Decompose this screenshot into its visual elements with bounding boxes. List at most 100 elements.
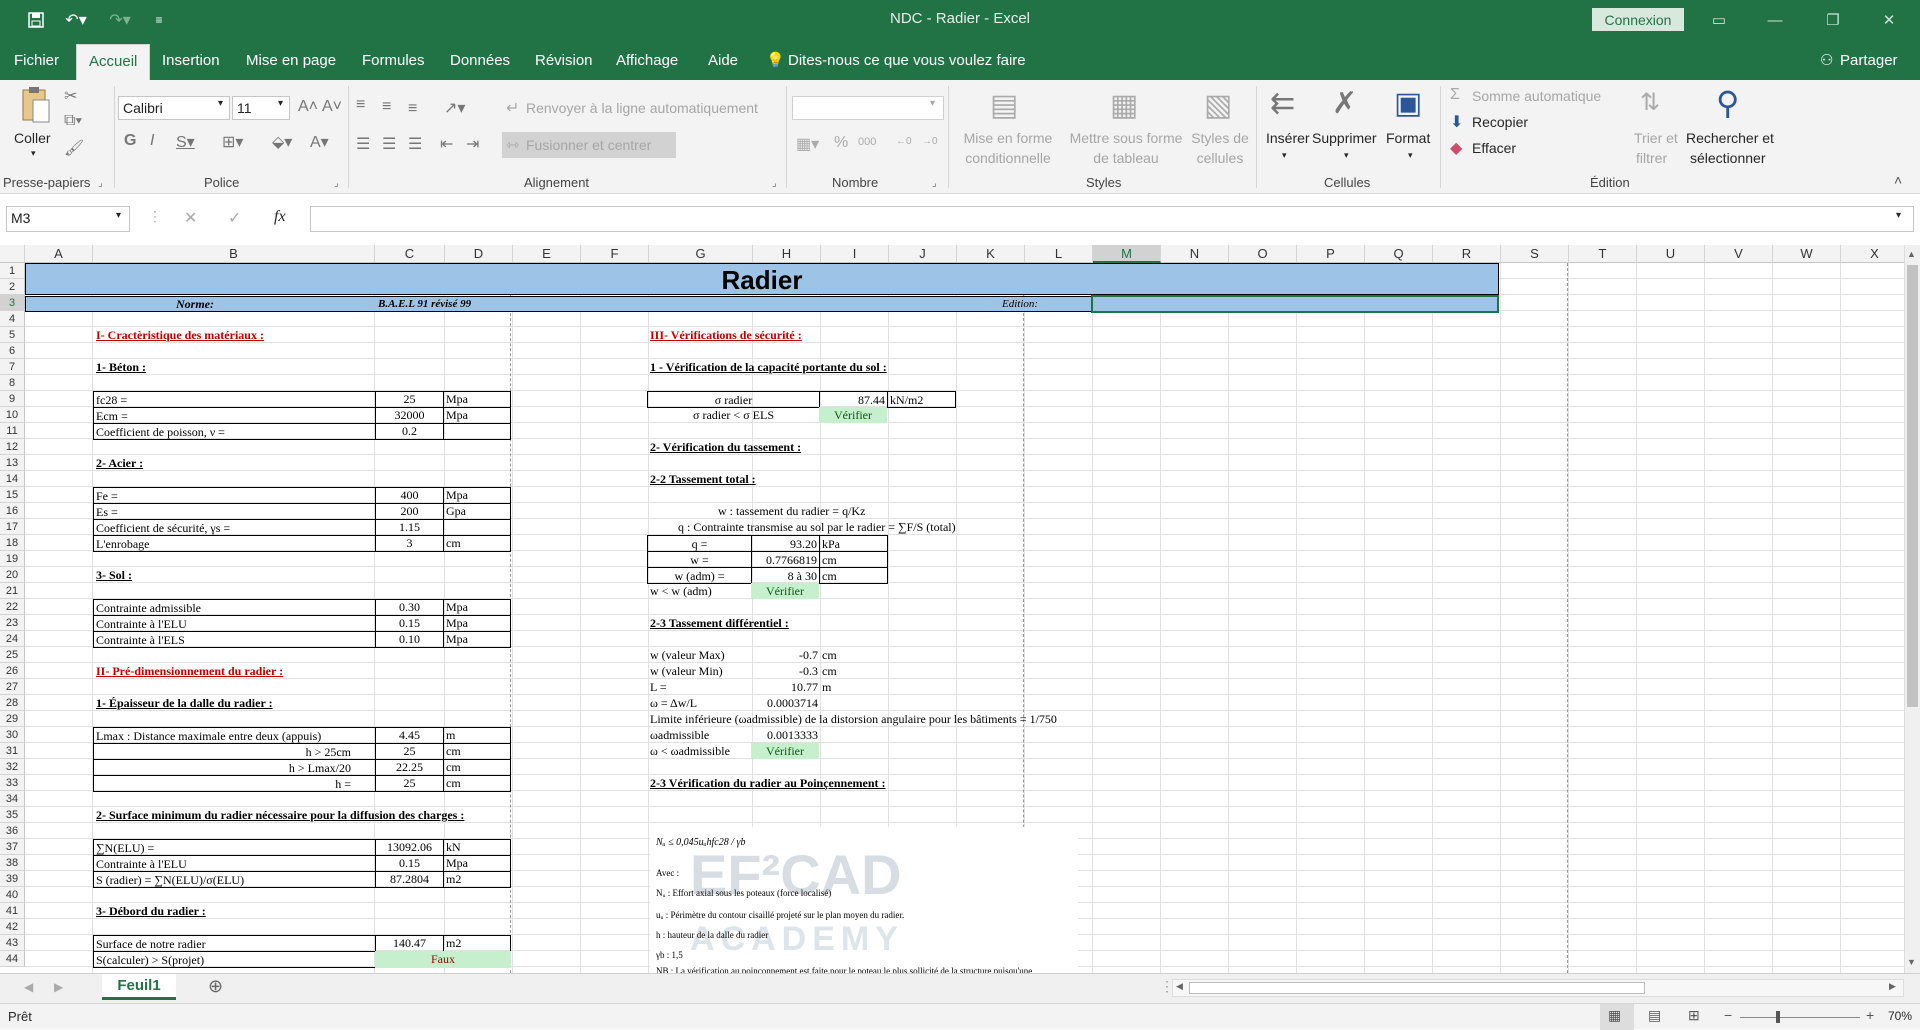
row-header[interactable]: 14 [0,471,25,487]
tab-insertion[interactable]: Insertion [162,40,220,80]
tab-mise-en-page[interactable]: Mise en page [246,40,336,80]
row-header[interactable]: 1 [0,263,25,279]
column-header[interactable]: C [375,245,445,263]
format-as-table-label-1[interactable]: Mettre sous forme [1064,130,1188,146]
tab-revision[interactable]: Révision [535,40,593,80]
number-launcher-icon[interactable]: ⌟ [932,178,937,189]
format-dropdown-icon[interactable]: ▾ [1408,150,1413,161]
row-header[interactable]: 33 [0,775,25,791]
align-middle-icon[interactable]: ≡ [382,98,391,116]
autosum-button[interactable]: Somme automatique [1472,88,1601,104]
font-size-dropdown-icon[interactable]: ▾ [278,98,283,109]
vertical-scroll-thumb[interactable] [1907,265,1918,707]
increase-indent-icon[interactable]: ⇥ [466,134,479,154]
column-header[interactable]: V [1705,245,1773,263]
minimize-icon[interactable]: — [1752,4,1798,36]
font-name-dropdown-icon[interactable]: ▾ [218,98,223,109]
row-header[interactable]: 37 [0,839,25,855]
column-header[interactable]: M [1093,245,1161,263]
row-header[interactable]: 28 [0,695,25,711]
zoom-level[interactable]: 70% [1888,1009,1912,1023]
format-cells-button[interactable]: Format [1386,130,1430,146]
font-color-icon[interactable]: A▾ [310,132,329,152]
insert-function-icon[interactable]: fx [274,208,286,226]
insert-dropdown-icon[interactable]: ▾ [1282,150,1287,161]
align-bottom-icon[interactable]: ≡ [408,100,417,118]
column-header[interactable]: I [821,245,889,263]
tab-fichier[interactable]: Fichier [14,40,59,80]
close-icon[interactable]: ✕ [1866,4,1912,36]
format-as-table-label-2[interactable]: de tableau [1084,150,1168,166]
number-format-select[interactable] [792,96,944,120]
horizontal-scroll-thumb[interactable] [1189,982,1645,994]
increase-decimal-icon[interactable]: ←0 [896,136,912,147]
bold-icon[interactable]: G [124,132,136,150]
scroll-left-icon[interactable]: ◀ [1176,981,1183,992]
wrap-text-icon[interactable]: ↵ [506,98,519,118]
wrap-text-button[interactable]: Renvoyer à la ligne automatiquement [526,100,758,116]
share-button[interactable]: Partager [1840,40,1898,80]
punching-formula-image[interactable]: EF²CAD ACADEMY Nᵤ ≤ 0,045uᵤhfc28 / γb Av… [650,827,1078,973]
shrink-font-icon[interactable]: A˅ [322,98,342,116]
sort-filter-label-2[interactable]: filtrer [1636,150,1667,166]
fill-color-icon[interactable]: ⬙▾ [272,132,292,152]
paste-icon[interactable] [18,86,52,126]
undo-icon[interactable]: ↶▾ [62,8,90,32]
row-header[interactable]: 10 [0,407,25,423]
conditional-format-label-1[interactable]: Mise en forme [960,130,1056,146]
column-header[interactable]: P [1297,245,1365,263]
connexion-button[interactable]: Connexion [1592,8,1684,31]
row-header[interactable]: 11 [0,423,25,439]
row-header[interactable]: 18 [0,535,25,551]
ribbon-display-icon[interactable]: ▭ [1696,4,1742,36]
column-header[interactable]: B [93,245,375,263]
row-header[interactable]: 27 [0,679,25,695]
tab-aide[interactable]: Aide [708,40,738,80]
column-header[interactable]: G [649,245,753,263]
cell-styles-label-2[interactable]: cellules [1188,150,1252,166]
add-sheet-icon[interactable]: ⊕ [208,976,223,997]
expand-formula-icon[interactable]: ▾ [1896,210,1901,221]
prev-sheet-icon[interactable]: ◀ [24,980,33,994]
column-header[interactable]: K [957,245,1025,263]
conditional-format-icon[interactable]: ▤ [990,88,1018,123]
fill-icon[interactable]: ⬇ [1450,112,1463,132]
cancel-entry-icon[interactable]: ✕ [184,208,197,228]
sort-filter-label-1[interactable]: Trier et [1634,130,1678,146]
vertical-scrollbar[interactable]: ▲ ▼ [1904,245,1920,973]
customize-toolbar-icon[interactable]: ≡ [150,8,168,32]
copy-icon[interactable]: ⧉▾ [64,112,82,130]
find-select-label-2[interactable]: sélectionner [1690,150,1766,166]
column-header[interactable]: T [1569,245,1637,263]
column-header[interactable]: E [513,245,581,263]
row-header[interactable]: 26 [0,663,25,679]
column-header[interactable]: J [889,245,957,263]
column-header[interactable]: F [581,245,649,263]
page-break-icon[interactable]: ⊞ [1688,1007,1700,1024]
worksheet-grid[interactable]: ABCDEFGHIJKLMNOPQRSTUVWX 1 2 3 4 5 6 7 8 9 10 11 12… [0,245,1904,973]
clear-icon[interactable]: ◆ [1450,138,1462,158]
page-layout-icon[interactable]: ▤ [1648,1007,1661,1024]
row-header[interactable]: 39 [0,871,25,887]
row-header[interactable]: 21 [0,583,25,599]
percent-icon[interactable]: % [834,134,848,152]
insert-cells-icon[interactable]: ⇇ [1270,86,1295,121]
borders-icon[interactable]: ⊞▾ [222,132,243,152]
sheet-tab-feuil1[interactable]: Feuil1 [102,974,176,1000]
fill-button[interactable]: Recopier [1472,114,1528,130]
scroll-down-icon[interactable]: ▼ [1907,957,1916,967]
column-header[interactable]: L [1025,245,1093,263]
row-header[interactable]: 23 [0,615,25,631]
align-top-icon[interactable]: ≡ [356,96,365,114]
accounting-icon[interactable]: ▦▾ [796,134,819,154]
tab-accueil[interactable]: Accueil [76,44,151,80]
clipboard-launcher-icon[interactable]: ⌟ [98,178,103,189]
find-select-label-1[interactable]: Rechercher et [1686,130,1774,146]
corner-select-all[interactable] [0,245,25,263]
insert-cells-button[interactable]: Insérer [1266,130,1310,146]
maximize-icon[interactable]: ❐ [1810,4,1856,36]
merge-center-button[interactable]: Fusionner et centrer [526,137,651,153]
column-header[interactable]: H [753,245,821,263]
zoom-in-icon[interactable]: + [1866,1007,1874,1023]
next-sheet-icon[interactable]: ▶ [54,980,63,994]
